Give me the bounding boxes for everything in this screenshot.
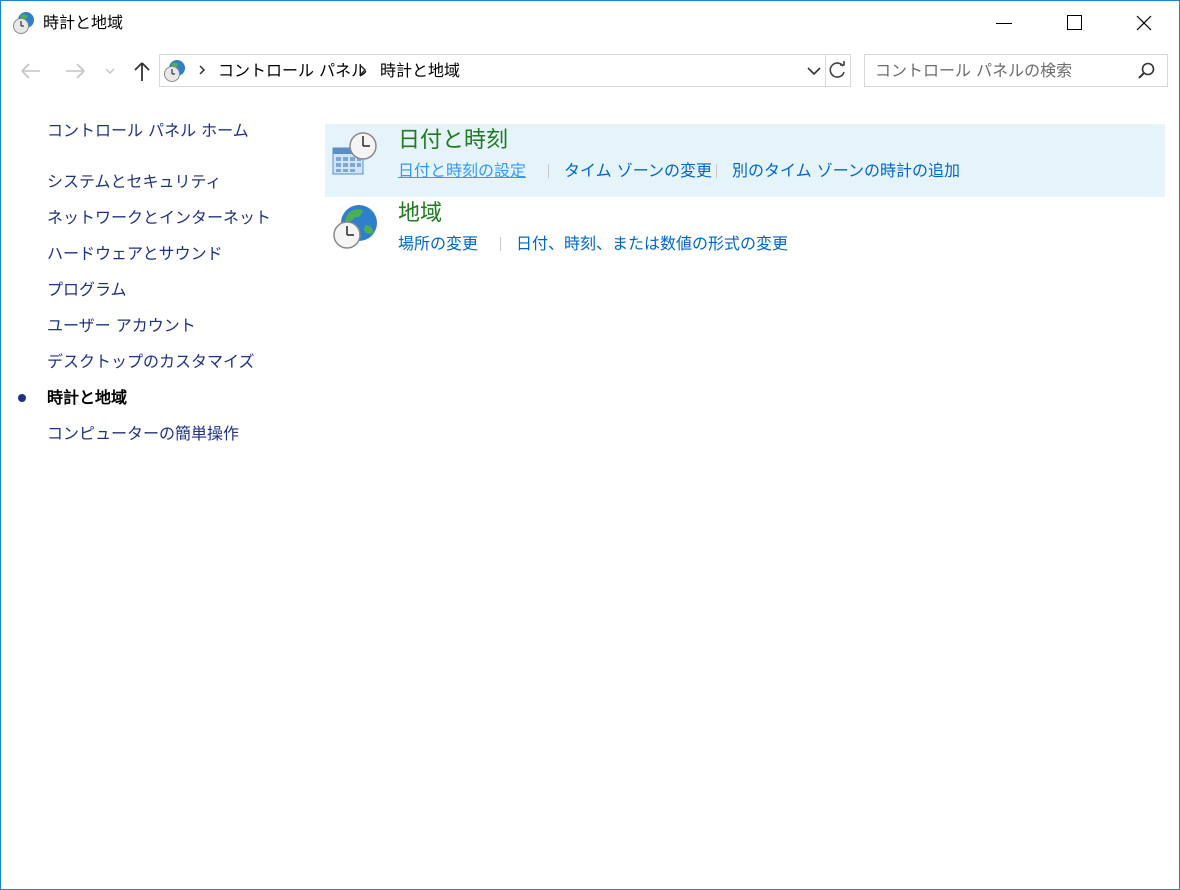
refresh-icon [829,61,845,78]
link-separator [548,164,549,178]
category-region[interactable]: 地域 場所の変更 日付、時刻、または数値の形式の変更 [325,197,1165,270]
link-change-time-zone[interactable]: タイム ゾーンの変更 [564,160,712,182]
control-panel-icon [164,60,185,82]
recent-locations-button[interactable] [102,59,118,83]
refresh-button[interactable] [825,55,851,86]
title-bar: 時計と地域 [1,1,1179,45]
active-bullet [18,394,26,402]
sidebar-item-system-security[interactable]: システムとセキュリティ [47,172,222,192]
sidebar-item-programs[interactable]: プログラム [47,280,127,300]
forward-button[interactable] [62,59,88,83]
link-separator [716,164,717,178]
arrow-left-icon [21,63,40,79]
link-add-clocks[interactable]: 別のタイム ゾーンの時計の追加 [732,160,960,182]
arrow-up-icon [134,62,150,81]
arrow-right-icon [66,63,85,79]
address-bar[interactable]: コントロール パネル 時計と地域 [159,54,851,87]
breadcrumb-clock-region[interactable]: 時計と地域 [380,61,460,81]
sidebar-item-control-panel-home[interactable]: コントロール パネル ホーム [47,121,249,141]
breadcrumb-control-panel[interactable]: コントロール パネル [218,61,367,81]
sidebar-item-clock-region: 時計と地域 [47,388,128,407]
search-icon[interactable] [1137,61,1157,81]
sidebar-item-user-accounts[interactable]: ユーザー アカウント [47,316,196,336]
sidebar-item-network-internet[interactable]: ネットワークとインターネット [47,208,271,228]
chevron-right-icon [360,65,367,75]
sidebar-item-ease-of-access[interactable]: コンピューターの簡単操作 [47,424,239,444]
maximize-button[interactable] [1039,1,1109,45]
minimize-button[interactable] [969,1,1039,45]
maximize-icon [1067,15,1082,30]
globe-clock-icon [333,205,377,249]
chevron-down-icon [105,68,115,74]
window: 時計と地域 コントロール パネル 時計と地域 コントロール パネルの検索 コント… [0,0,1180,890]
chevron-down-icon[interactable] [803,60,825,82]
category-title-region[interactable]: 地域 [398,200,442,228]
category-date-time[interactable]: 日付と時刻 日付と時刻の設定 タイム ゾーンの変更 別のタイム ゾーンの時計の追… [325,124,1165,197]
close-button[interactable] [1109,1,1179,45]
link-change-location[interactable]: 場所の変更 [398,233,478,255]
back-button[interactable] [18,59,44,83]
minimize-icon [996,23,1012,24]
link-separator [500,237,501,251]
category-title-date-time[interactable]: 日付と時刻 [398,127,508,155]
link-set-date-time[interactable]: 日付と時刻の設定 [398,160,526,182]
search-box[interactable]: コントロール パネルの検索 [864,54,1168,87]
clock-region-icon [13,12,34,34]
up-button[interactable] [129,59,155,83]
link-change-formats[interactable]: 日付、時刻、または数値の形式の変更 [516,233,788,255]
sidebar-item-hardware-sound[interactable]: ハードウェアとサウンド [47,244,223,264]
search-placeholder: コントロール パネルの検索 [875,61,1073,80]
sidebar-item-appearance[interactable]: デスクトップのカスタマイズ [47,352,255,372]
chevron-right-icon [199,65,206,75]
close-icon [1136,15,1152,31]
window-title: 時計と地域 [43,13,124,32]
calendar-clock-icon [332,132,377,175]
